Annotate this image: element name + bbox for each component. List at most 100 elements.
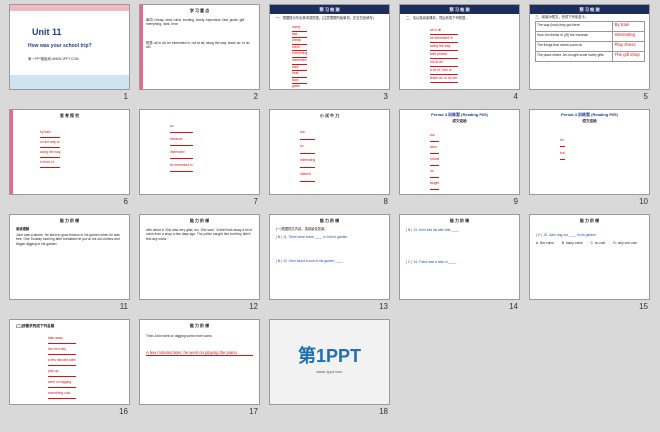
slide-thumbnail-13[interactable]: 能 力 阶 梯 (一)根据短文内容，选择最佳答案。 ( B ) 11. Ther… (269, 214, 390, 313)
slide-6-header: 思 考 探 究 (59, 113, 80, 118)
slide-14-question-14: ( C ) 14. There was a hole in ____. (406, 260, 457, 264)
answer: along the way (430, 43, 458, 51)
slide-thumbnail-9[interactable]: Period 3 训练案 (Reading P65) 成文巡检 but slow… (399, 109, 520, 208)
slide-16-header: (二)按要求完成下列各题 (16, 324, 55, 328)
slide-thumbnail-6[interactable]: 思 考 探 究 by train on the way to along the… (9, 109, 130, 208)
slide-number: 12 (249, 302, 258, 311)
answer: interesting (300, 154, 316, 168)
option: C. no coin (590, 241, 606, 245)
slide-14-preview: 能 力 阶 梯 ( B ) 13. John told his wife tha… (399, 214, 520, 300)
slide-3-answers: lovely fast cheap robot everything inter… (292, 25, 308, 89)
slide-16-preview: (二)按要求完成下列各题 take away the next day a fe… (9, 319, 130, 405)
slide-5-intro: 三、阅读2b短文，完成下列信息卡。 (535, 15, 589, 19)
slide-13-preview: 能 力 阶 梯 (一)根据短文内容，选择最佳答案。 ( B ) 11. Ther… (269, 214, 390, 300)
slide-thumbnail-16[interactable]: (二)按要求完成下列各题 take away the next day a fe… (9, 319, 130, 418)
slide-number: 8 (383, 197, 388, 206)
slide-10-answers: for but (560, 134, 565, 160)
answer: all in all (430, 27, 458, 35)
answer: but (430, 130, 440, 142)
answer: lot (430, 166, 440, 178)
slide-number: 6 (123, 197, 128, 206)
answer: taught (430, 178, 440, 190)
slide-10-subheader: 成文巡检 (582, 119, 597, 123)
slide-5-header: 预 习 检 测 (530, 5, 649, 14)
slide-18-logo: 第1PPT (297, 346, 362, 366)
slide-thumbnail-5[interactable]: 预 习 检 测 三、阅读2b短文，完成下列信息卡。 The way (how) … (529, 4, 650, 103)
answer: take away (48, 333, 76, 344)
slide-11-header: 能 力 阶 梯 (59, 218, 80, 223)
slide-2-phrases: 短语: all in all, be interested in, not at… (146, 41, 250, 50)
answer: a lot of / lots of (430, 67, 458, 75)
slide-13-question-12: ( B ) 12. John found a coin in his garde… (276, 259, 344, 263)
answer: because (170, 133, 193, 146)
table-row: How Jim thinks of (对) the museum Interest… (534, 31, 645, 42)
slide-thumbnail-4[interactable]: 预 习 检 测 二、请认真阅读课本，然后完成下列短语。 all in all b… (399, 4, 520, 103)
slide-thumbnail-10[interactable]: Period 3 训练案 (Reading P65) 成文巡检 for but … (529, 109, 650, 208)
slide-thumbnail-2[interactable]: 学 习 重 点 单词: cheap, slow, robot, exciting… (139, 4, 260, 103)
slide-number: 1 (123, 92, 128, 101)
answer: fast (292, 32, 308, 39)
answer: robot (292, 45, 308, 52)
slide-3-intro: 一、根据提示写出单词或短语。(注意根据所给单词，在空白处填写) (276, 16, 374, 20)
slide-6-preview: 思 考 探 究 by train on the way to along the… (9, 109, 130, 195)
table-cell: The place where Jim bought some lovely g… (534, 51, 614, 62)
table-row: The place where Jim bought some lovely g… (534, 51, 645, 62)
slide-17-text: Then John went on digging some more coin… (146, 334, 213, 338)
slide-15-question-15: ( D ) 15. John dug out ____ in his garde… (536, 233, 597, 237)
answer: cheap (292, 38, 308, 45)
slide-8-preview: 小 试 牛 刀 but so interesting interest (269, 109, 390, 195)
slide-thumbnail-12[interactable]: 能 力 阶 梯 wife about it. She was very glad… (139, 214, 260, 313)
answer: interested (170, 146, 193, 159)
table-row: The way (how) they got there By train (534, 21, 645, 32)
slide-11-text: John was a farmer. He liked to grow flow… (16, 233, 120, 246)
table-cell: Play chess (612, 41, 645, 52)
slide-5-table: The way (how) they got there By train How… (534, 21, 645, 62)
slide-13-question-11: ( B ) 11. There were some ____ in John's… (276, 235, 349, 239)
slide-number: 11 (119, 302, 128, 311)
answer: not at all (430, 59, 458, 67)
slide-6-answers: by train on the way to along the way in … (40, 128, 61, 168)
slide-thumbnail-18[interactable]: 第1PPT www.1ppt.com 18 (269, 319, 390, 418)
slide-8-answers: but so interesting interest (300, 126, 316, 182)
slide-thumbnail-3[interactable]: 预 习 检 测 一、根据提示写出单词或短语。(注意根据所给单词，在空白处填写) … (269, 4, 390, 103)
slide-12-text: wife about it. She was very glad, too. S… (146, 228, 253, 241)
table-cell: How Jim thinks of (对) the museum (534, 31, 614, 42)
slide-thumbnail-7[interactable]: so because interested be interested in 7 (139, 109, 260, 208)
slide-number: 9 (513, 197, 518, 206)
answer: hear (292, 71, 308, 78)
slide-9-answers: but slow robots lot taught (430, 130, 440, 190)
table-cell: Interesting (612, 31, 645, 42)
slide-12-header: 能 力 阶 梯 (189, 218, 210, 223)
slide-thumbnail-14[interactable]: 能 力 阶 梯 ( B ) 13. John told his wife tha… (399, 214, 520, 313)
slide-thumbnail-8[interactable]: 小 试 牛 刀 but so interesting interest 8 (269, 109, 390, 208)
slide-15-header: 能 力 阶 梯 (579, 218, 600, 223)
slide-number: 14 (509, 302, 518, 311)
slide-thumbnail-17[interactable]: 能 力 阶 梯 Then John went on digging some m… (139, 319, 260, 418)
slide-11-preview: 能 力 阶 梯 阅读理解 John was a farmer. He liked… (9, 214, 130, 300)
slide-13-intro: (一)根据短文内容，选择最佳答案。 (276, 227, 328, 231)
slide-thumbnail-11[interactable]: 能 力 阶 梯 阅读理解 John was a farmer. He liked… (9, 214, 130, 313)
answer: went on digging (48, 377, 76, 388)
slide-thumbnail-15[interactable]: 能 力 阶 梯 ( D ) 15. John dug out ____ in h… (529, 214, 650, 313)
answer: take photos (430, 51, 458, 59)
slide-sorter-grid: Unit 11 How was your school trip? 第一PPT模… (9, 4, 651, 428)
answer: dark (292, 65, 308, 72)
slide-thumbnail-1[interactable]: Unit 11 How was your school trip? 第一PPT模… (9, 4, 130, 103)
slide-number: 16 (119, 407, 128, 416)
answer: on the way to (40, 138, 61, 148)
slide-8-header: 小 试 牛 刀 (319, 113, 340, 118)
answer: slow (292, 78, 308, 85)
table-cell: By train (612, 21, 645, 32)
slide-accent-bar (10, 110, 13, 194)
slide-17-answer: A few minutes later, he went on playing … (146, 350, 253, 357)
slide-12-preview: 能 力 阶 梯 wife about it. She was very glad… (139, 214, 260, 300)
slide-10-header: Period 3 训练案 (Reading P65) (561, 112, 618, 117)
slide-14-header: 能 力 阶 梯 (449, 218, 470, 223)
answer: slow (430, 142, 440, 154)
answer: in front of (40, 158, 61, 168)
slide-1-footer: 第一PPT模板网-WWW.1PPT.COM (28, 57, 79, 61)
answer: guide (292, 84, 307, 89)
table-cell: The things that robots could do (534, 41, 614, 52)
slide-14-question-13: ( B ) 13. John told his wife that ____. (406, 228, 460, 232)
slide-16-answers: take away the next day a few minutes lat… (48, 333, 76, 399)
